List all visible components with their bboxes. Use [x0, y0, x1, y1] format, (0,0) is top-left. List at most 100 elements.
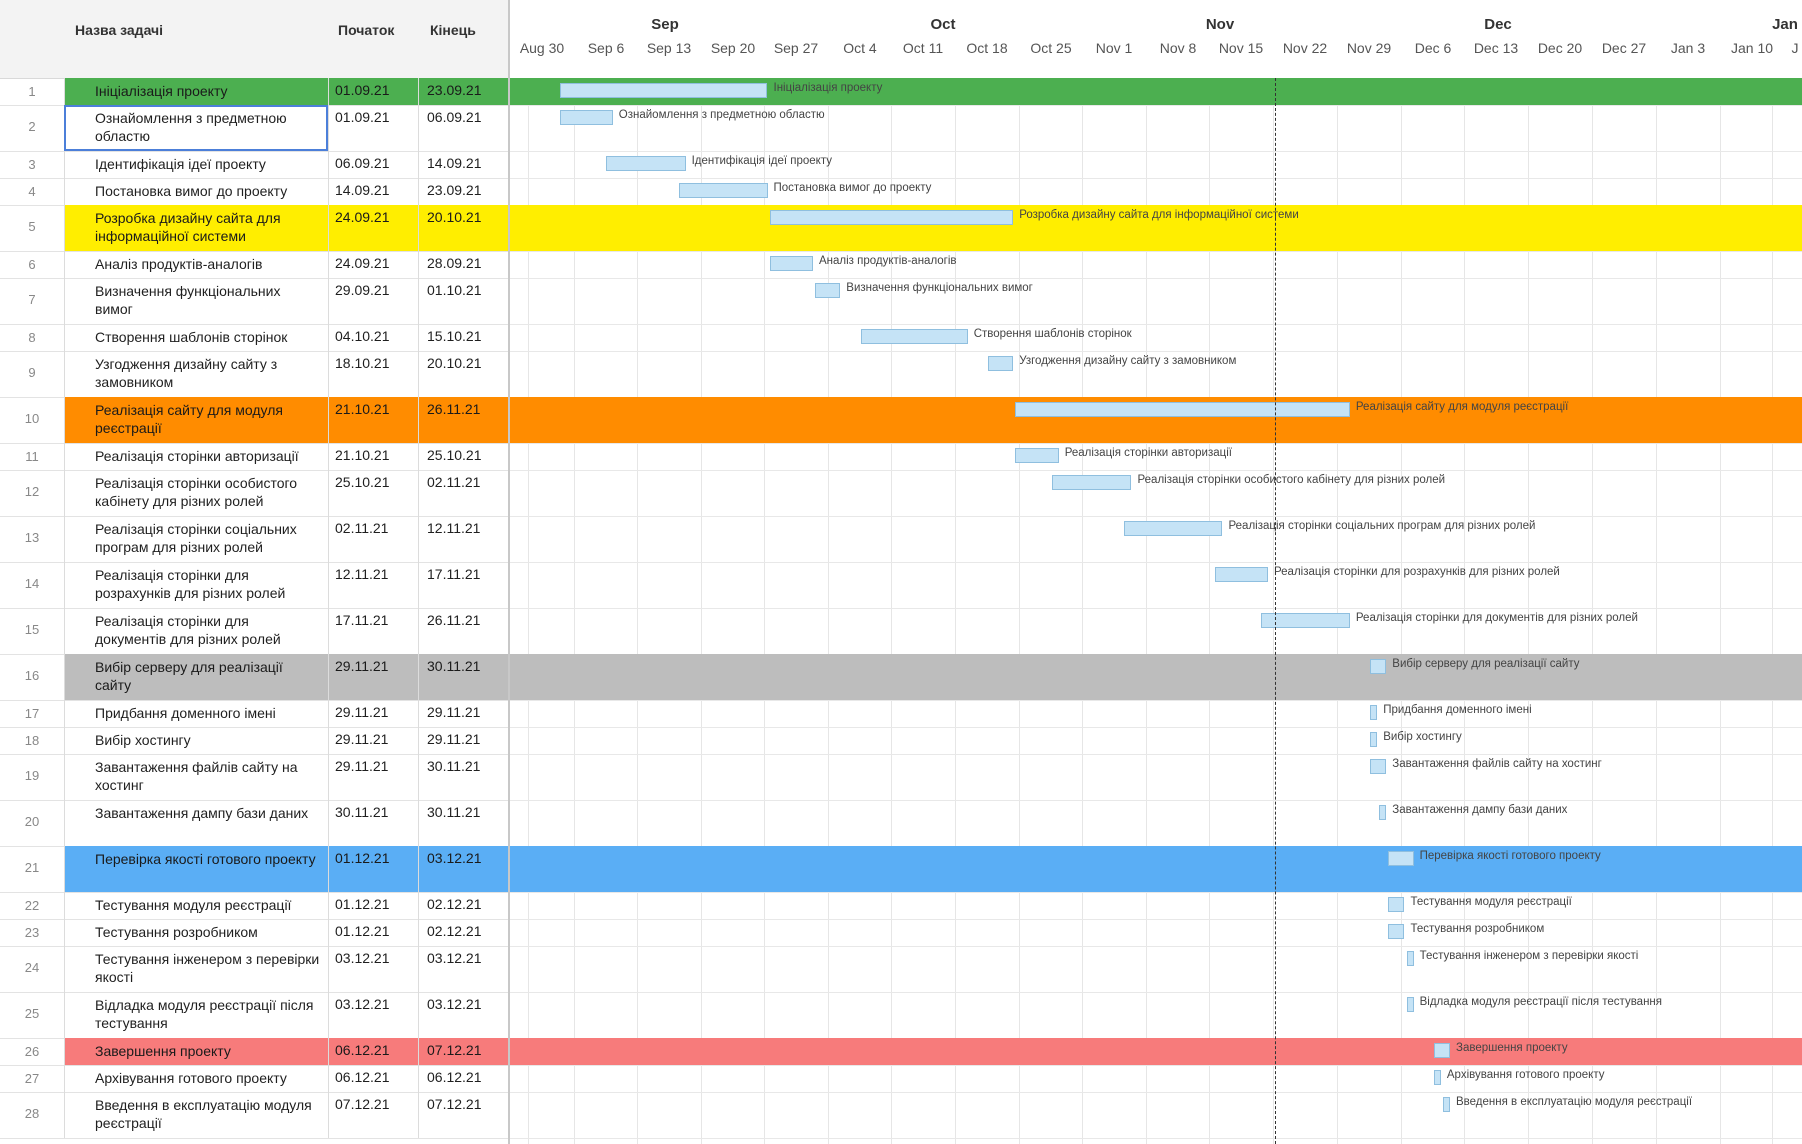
- task-end-cell[interactable]: 26.11.21: [418, 397, 509, 443]
- task-end-cell[interactable]: 20.10.21: [418, 205, 509, 251]
- task-end-cell[interactable]: 14.09.21: [418, 151, 509, 178]
- table-row[interactable]: 27 Архівування готового проекту 06.12.21 06…: [0, 1065, 510, 1093]
- task-start-cell[interactable]: 29.11.21: [328, 700, 418, 727]
- gantt-chart[interactable]: Ініціалізація проекту Ознайомлення з пред…: [510, 78, 1802, 1144]
- task-start-cell[interactable]: 07.12.21: [328, 1092, 418, 1138]
- table-row[interactable]: 18 Вибір хостингу 29.11.21 29.11.21: [0, 727, 510, 755]
- task-name-cell[interactable]: Реалізація сайту для модуля реєстрації: [64, 397, 328, 443]
- table-row[interactable]: 2 Ознайомлення з предметною областю 01.09.…: [0, 105, 510, 152]
- task-end-cell[interactable]: 06.12.21: [418, 1065, 509, 1092]
- task-bar[interactable]: [1370, 659, 1387, 674]
- task-start-cell[interactable]: 04.10.21: [328, 324, 418, 351]
- table-row[interactable]: 5 Розробка дизайну сайта для інформаційно…: [0, 205, 510, 252]
- task-start-cell[interactable]: 03.12.21: [328, 992, 418, 1038]
- task-bar[interactable]: [1015, 402, 1350, 417]
- table-row[interactable]: 17 Придбання доменного імені 29.11.21 29.11…: [0, 700, 510, 728]
- task-name-cell[interactable]: Реалізація сторінки авторизації: [64, 443, 328, 470]
- task-name-cell[interactable]: Ідентифікація ідеї проекту: [64, 151, 328, 178]
- task-end-cell[interactable]: 28.09.21: [418, 251, 509, 278]
- task-end-cell[interactable]: 07.12.21: [418, 1092, 509, 1138]
- table-row[interactable]: 7 Визначення функціональних вимог 29.09.21…: [0, 278, 510, 325]
- task-bar[interactable]: [1370, 705, 1378, 720]
- task-end-cell[interactable]: 07.12.21: [418, 1038, 509, 1065]
- task-end-cell[interactable]: 15.10.21: [418, 324, 509, 351]
- task-start-cell[interactable]: 18.10.21: [328, 351, 418, 397]
- task-name-cell[interactable]: Тестування інженером з перевірки якості: [64, 946, 328, 992]
- task-bar[interactable]: [1388, 851, 1414, 866]
- task-name-cell[interactable]: Реалізація сторінки особистого кабінету …: [64, 470, 328, 516]
- task-name-cell[interactable]: Аналіз продуктів-аналогів: [64, 251, 328, 278]
- task-end-cell[interactable]: 06.09.21: [418, 105, 509, 151]
- task-name-cell[interactable]: Визначення функціональних вимог: [64, 278, 328, 324]
- task-end-cell[interactable]: 02.12.21: [418, 892, 509, 919]
- table-row[interactable]: 20 Завантаження дампу бази даних 30.11.21 3…: [0, 800, 510, 847]
- table-row[interactable]: 4 Постановка вимог до проекту 14.09.21 23.0…: [0, 178, 510, 206]
- table-row[interactable]: 21 Перевірка якості готового проекту 01.12…: [0, 846, 510, 893]
- task-bar[interactable]: [1124, 521, 1223, 536]
- task-bar[interactable]: [769, 210, 1014, 225]
- task-bar[interactable]: [815, 283, 841, 298]
- task-bar[interactable]: [1370, 759, 1387, 774]
- task-start-cell[interactable]: 21.10.21: [328, 397, 418, 443]
- task-end-cell[interactable]: 02.12.21: [418, 919, 509, 946]
- task-name-cell[interactable]: Завантаження дампу бази даних: [64, 800, 328, 846]
- table-row[interactable]: 9 Узгодження дизайну сайту з замовником 18…: [0, 351, 510, 398]
- table-row[interactable]: 19 Завантаження файлів сайту на хостинг 29…: [0, 754, 510, 801]
- task-start-cell[interactable]: 24.09.21: [328, 205, 418, 251]
- task-bar[interactable]: [1433, 1043, 1450, 1058]
- task-end-cell[interactable]: 03.12.21: [418, 946, 509, 992]
- table-row[interactable]: 3 Ідентифікація ідеї проекту 06.09.21 14.09…: [0, 151, 510, 179]
- task-end-cell[interactable]: 30.11.21: [418, 754, 509, 800]
- task-bar[interactable]: [1015, 448, 1059, 463]
- task-end-cell[interactable]: 03.12.21: [418, 992, 509, 1038]
- task-bar[interactable]: [560, 110, 613, 125]
- task-end-cell[interactable]: 17.11.21: [418, 562, 509, 608]
- task-bar[interactable]: [860, 329, 968, 344]
- task-end-cell[interactable]: 29.11.21: [418, 727, 509, 754]
- task-bar[interactable]: [678, 183, 768, 198]
- table-row[interactable]: 12 Реалізація сторінки особистого кабінет…: [0, 470, 510, 517]
- task-name-cell[interactable]: Тестування розробником: [64, 919, 328, 946]
- task-start-cell[interactable]: 29.11.21: [328, 727, 418, 754]
- task-start-cell[interactable]: 03.12.21: [328, 946, 418, 992]
- task-bar[interactable]: [605, 156, 686, 171]
- table-row[interactable]: 13 Реалізація сторінки соціальних програм…: [0, 516, 510, 563]
- task-start-cell[interactable]: 12.11.21: [328, 562, 418, 608]
- table-row[interactable]: 15 Реалізація сторінки для документів для…: [0, 608, 510, 655]
- task-end-cell[interactable]: 25.10.21: [418, 443, 509, 470]
- task-end-cell[interactable]: 12.11.21: [418, 516, 509, 562]
- task-bar[interactable]: [1388, 924, 1405, 939]
- table-row[interactable]: 10 Реалізація сайту для модуля реєстрації…: [0, 397, 510, 444]
- table-row[interactable]: 25 Відладка модуля реєстрації після тесту…: [0, 992, 510, 1039]
- column-header-start[interactable]: Початок: [338, 22, 394, 38]
- table-row[interactable]: 8 Створення шаблонів сторінок 04.10.21 15.1…: [0, 324, 510, 352]
- task-end-cell[interactable]: 02.11.21: [418, 470, 509, 516]
- task-start-cell[interactable]: 24.09.21: [328, 251, 418, 278]
- task-name-cell[interactable]: Завершення проекту: [64, 1038, 328, 1065]
- task-name-cell[interactable]: Відладка модуля реєстрації після тестува…: [64, 992, 328, 1038]
- task-name-cell[interactable]: Завантаження файлів сайту на хостинг: [64, 754, 328, 800]
- task-name-cell[interactable]: Архівування готового проекту: [64, 1065, 328, 1092]
- task-bar[interactable]: [769, 256, 813, 271]
- task-start-cell[interactable]: 29.09.21: [328, 278, 418, 324]
- table-row[interactable]: 14 Реалізація сторінки для розрахунків дл…: [0, 562, 510, 609]
- task-start-cell[interactable]: 06.09.21: [328, 151, 418, 178]
- table-row[interactable]: 28 Введення в експлуатацію модуля реєстра…: [0, 1092, 510, 1139]
- task-name-cell[interactable]: Придбання доменного імені: [64, 700, 328, 727]
- task-name-cell[interactable]: Введення в експлуатацію модуля реєстраці…: [64, 1092, 328, 1138]
- task-name-cell[interactable]: Створення шаблонів сторінок: [64, 324, 328, 351]
- task-start-cell[interactable]: 29.11.21: [328, 654, 418, 700]
- table-row[interactable]: 11 Реалізація сторінки авторизації 21.10.2…: [0, 443, 510, 471]
- task-name-cell[interactable]: Вибір хостингу: [64, 727, 328, 754]
- task-start-cell[interactable]: 01.09.21: [328, 105, 418, 151]
- task-bar[interactable]: [1379, 805, 1387, 820]
- task-start-cell[interactable]: 17.11.21: [328, 608, 418, 654]
- task-name-cell[interactable]: Ознайомлення з предметною областю: [64, 105, 328, 151]
- task-end-cell[interactable]: 26.11.21: [418, 608, 509, 654]
- task-end-cell[interactable]: 30.11.21: [418, 800, 509, 846]
- task-name-cell[interactable]: Узгодження дизайну сайту з замовником: [64, 351, 328, 397]
- task-start-cell[interactable]: 21.10.21: [328, 443, 418, 470]
- task-end-cell[interactable]: 30.11.21: [418, 654, 509, 700]
- task-bar[interactable]: [1370, 732, 1378, 747]
- task-name-cell[interactable]: Розробка дизайну сайта для інформаційної…: [64, 205, 328, 251]
